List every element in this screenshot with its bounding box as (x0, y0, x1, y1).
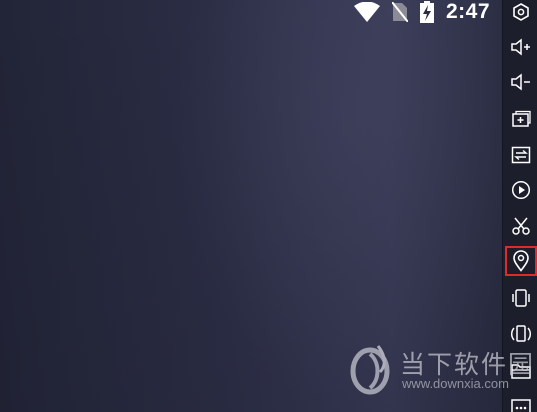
volume-up-icon (510, 38, 532, 56)
folder-button[interactable] (505, 356, 537, 386)
status-bar: 2:47 (353, 0, 490, 24)
battery-charging-icon (419, 1, 434, 23)
shake-vibrate-icon (510, 288, 532, 308)
settings-hexagon-icon (511, 2, 531, 22)
add-app-icon (511, 110, 531, 128)
wifi-icon (353, 2, 380, 22)
android-home-screen[interactable]: 2:47 (0, 0, 502, 412)
volume-up-button[interactable] (505, 32, 537, 62)
location-pin-button[interactable] (505, 246, 537, 276)
no-sim-icon (391, 2, 408, 22)
folder-icon (510, 362, 532, 380)
sync-transfer-icon (511, 146, 531, 164)
play-record-button[interactable] (505, 175, 537, 205)
play-record-icon (511, 180, 531, 200)
rotate-screen-icon (509, 323, 533, 345)
screenshot-scissors-icon (511, 216, 531, 236)
emulator-sidebar (502, 0, 537, 412)
emulator-window: 2:47 当下软件园 www.downxia.com (0, 0, 537, 412)
volume-down-button[interactable] (505, 67, 537, 97)
screenshot-scissors-button[interactable] (505, 211, 537, 241)
shake-vibrate-button[interactable] (505, 283, 537, 313)
more-button[interactable] (505, 392, 537, 412)
sync-transfer-button[interactable] (505, 140, 537, 170)
settings-hexagon-button[interactable] (505, 0, 537, 27)
status-clock: 2:47 (445, 0, 490, 23)
volume-down-icon (510, 73, 532, 91)
rotate-screen-button[interactable] (505, 319, 537, 349)
location-pin-icon (512, 250, 530, 272)
more-icon (510, 398, 532, 412)
add-app-button[interactable] (505, 104, 537, 134)
